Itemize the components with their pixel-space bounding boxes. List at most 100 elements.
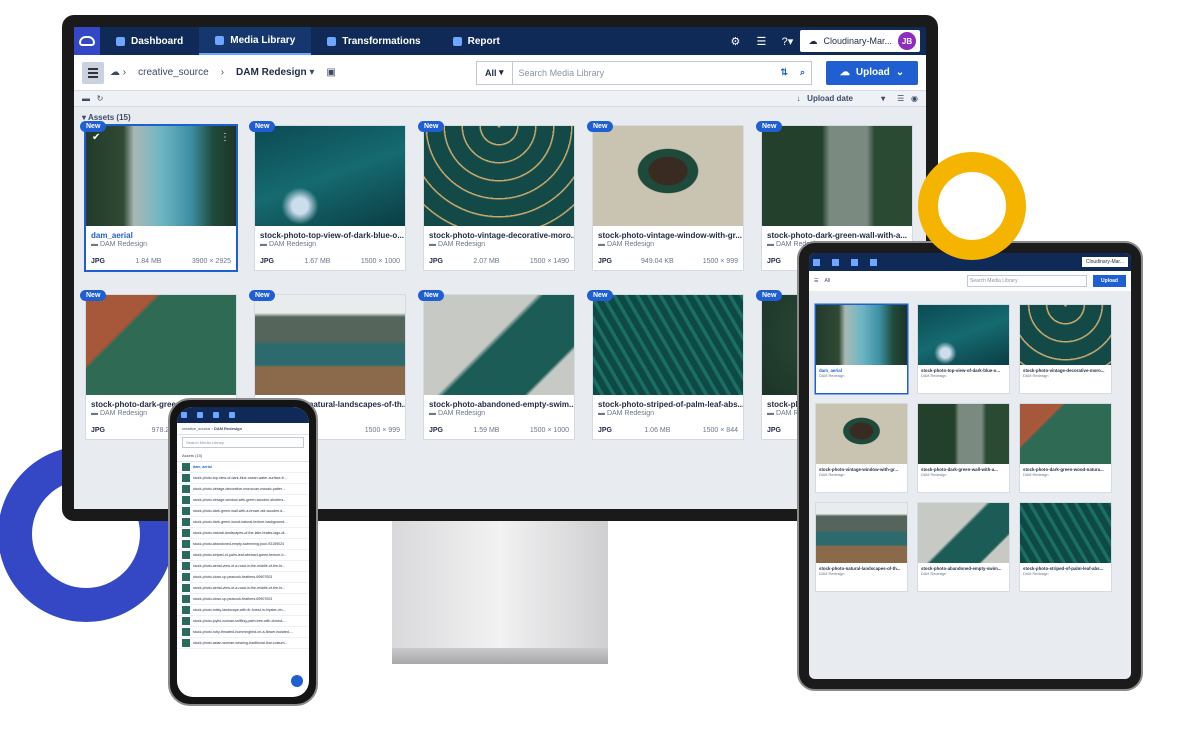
asset-name[interactable]: stock-photo-vintage-decorative-moro... bbox=[1020, 365, 1111, 373]
check-icon[interactable]: ✔ bbox=[92, 132, 100, 143]
list-item[interactable]: stock-photo-abandoned-empty-swimming-poo… bbox=[177, 539, 309, 550]
asset-card[interactable]: New stock-photo-abandoned-empty-swim... ▬ … bbox=[418, 290, 574, 439]
asset-thumbnail[interactable] bbox=[424, 295, 574, 395]
list-item[interactable]: stock-photo-top-view-of-dark-blue-ocean-… bbox=[177, 473, 309, 484]
assets-heading[interactable]: ▾ Assets (15) bbox=[74, 107, 926, 126]
asset-name[interactable]: stock-photo-dark-green-wall-with-a... bbox=[918, 464, 1009, 472]
list-item[interactable]: stock-photo-natural-landscapes-of-the-la… bbox=[177, 528, 309, 539]
list-item[interactable]: stock-photo-vintage-decorative-moroccan-… bbox=[177, 484, 309, 495]
list-item[interactable]: stock-photo-close-up-peacock-feathers-69… bbox=[177, 594, 309, 605]
asset-thumbnail[interactable] bbox=[762, 126, 912, 226]
chevron-down-icon[interactable]: ⌄ bbox=[896, 67, 904, 78]
phone-breadcrumb[interactable]: creative_source › DAM Redesign bbox=[177, 423, 309, 435]
list-item[interactable]: stock-photo-dark-green-wood-natural-text… bbox=[177, 517, 309, 528]
help-icon[interactable]: ?▾ bbox=[774, 35, 800, 48]
eye-icon[interactable]: ◉ bbox=[911, 94, 918, 103]
tablet-asset-card[interactable]: stock-photo-top-view-of-dark-blue-o... DA… bbox=[918, 305, 1009, 393]
asset-card[interactable]: New stock-photo-top-view-of-dark-blue-o..… bbox=[249, 121, 405, 270]
asset-thumbnail[interactable] bbox=[1020, 404, 1111, 464]
asset-thumbnail[interactable] bbox=[1020, 503, 1111, 563]
new-folder-icon[interactable]: ▣ bbox=[326, 67, 335, 78]
list-item[interactable]: stock-photo-aerial-view-of-a-road-in-the… bbox=[177, 561, 309, 572]
sort-select[interactable]: Upload date ▾ bbox=[807, 94, 885, 103]
settings-gear-icon[interactable]: ⚙ bbox=[722, 35, 748, 48]
asset-thumbnail[interactable] bbox=[918, 503, 1009, 563]
list-item[interactable]: stock-photo-aerial-view-of-a-road-in-the… bbox=[177, 583, 309, 594]
transformations-icon[interactable] bbox=[213, 412, 219, 418]
search-icon[interactable]: ⌕ bbox=[794, 67, 811, 78]
tablet-asset-card[interactable]: stock-photo-natural-landscapes-of-th... D… bbox=[816, 503, 907, 591]
dashboard-icon[interactable] bbox=[181, 412, 187, 418]
list-item[interactable]: stock-photo-ruby-throated-hummingbird-on… bbox=[177, 627, 309, 638]
search-input[interactable]: Search Media Library bbox=[967, 275, 1088, 287]
refresh-icon[interactable]: ↻ bbox=[97, 94, 104, 103]
asset-thumbnail[interactable] bbox=[816, 404, 907, 464]
breadcrumb-current[interactable]: DAM Redesign ▾ bbox=[236, 67, 314, 78]
asset-card[interactable]: New stock-photo-vintage-decorative-moro..… bbox=[418, 121, 574, 270]
media-library-icon[interactable] bbox=[197, 412, 203, 418]
asset-name[interactable]: dam_aerial bbox=[86, 226, 236, 240]
asset-thumbnail[interactable] bbox=[593, 295, 743, 395]
sort-direction-icon[interactable]: ↓ bbox=[797, 94, 808, 103]
upload-button[interactable]: Upload bbox=[1093, 275, 1126, 287]
upload-button[interactable]: ☁ Upload ⌄ bbox=[826, 60, 918, 85]
asset-name[interactable]: stock-photo-top-view-of-dark-blue-o... bbox=[918, 365, 1009, 373]
asset-thumbnail[interactable] bbox=[918, 404, 1009, 464]
list-item[interactable]: dam_aerial bbox=[177, 462, 309, 473]
search-scope-select[interactable]: All ▾ bbox=[477, 61, 513, 84]
tab-report[interactable]: Report bbox=[437, 27, 516, 55]
phone-search-input[interactable]: Search Media Library bbox=[182, 437, 304, 448]
tab-dashboard[interactable]: Dashboard bbox=[100, 27, 199, 55]
asset-name[interactable]: stock-photo-abandoned-empty-swim... bbox=[918, 563, 1009, 571]
cloud-root-icon[interactable]: ☁ › bbox=[110, 67, 126, 78]
list-item[interactable]: stock-photo-asian-woman-wearing-traditio… bbox=[177, 638, 309, 649]
asset-thumbnail[interactable] bbox=[1020, 305, 1111, 365]
asset-name[interactable]: stock-photo-dark-green-wood-natura... bbox=[1020, 464, 1111, 472]
layers-icon[interactable]: ☰ bbox=[748, 35, 774, 48]
asset-thumbnail[interactable] bbox=[424, 126, 574, 226]
asset-name[interactable]: stock-photo-natural-landscapes-of-th... bbox=[816, 563, 907, 571]
asset-name[interactable]: stock-photo-vintage-window-with-gr... bbox=[816, 464, 907, 472]
asset-name[interactable]: stock-photo-vintage-window-with-gr... bbox=[593, 226, 743, 240]
dashboard-icon[interactable] bbox=[813, 258, 820, 266]
asset-thumbnail[interactable] bbox=[816, 503, 907, 563]
list-item[interactable]: stock-photo-close-up-peacock-feathers-69… bbox=[177, 572, 309, 583]
asset-name[interactable]: stock-photo-striped-of-palm-leaf-abs... bbox=[1020, 563, 1111, 571]
asset-name[interactable]: stock-photo-top-view-of-dark-blue-o... bbox=[255, 226, 405, 240]
asset-card[interactable]: New ✔ ⋮ dam_aerial ▬ DAM Redesign JPG 1.84 MB 3… bbox=[80, 121, 236, 270]
search-input[interactable]: Search Media Library bbox=[513, 68, 775, 78]
list-item[interactable]: stock-photo-misty-landscape-with-fir-for… bbox=[177, 605, 309, 616]
search-scope-select[interactable]: All bbox=[824, 278, 830, 284]
asset-name[interactable]: stock-photo-striped-of-palm-leaf-abs... bbox=[593, 395, 743, 409]
filter-icon[interactable]: ⇅ bbox=[774, 67, 794, 78]
asset-thumbnail[interactable] bbox=[255, 295, 405, 395]
more-actions-icon[interactable]: ⋮ bbox=[220, 132, 230, 143]
asset-card[interactable]: New stock-photo-striped-of-palm-leaf-abs.… bbox=[587, 290, 743, 439]
tab-media-library[interactable]: Media Library bbox=[199, 27, 312, 55]
list-item[interactable]: stock-photo-vintage-window-with-green-wo… bbox=[177, 495, 309, 506]
asset-name[interactable]: dam_aerial bbox=[816, 365, 907, 373]
asset-thumbnail[interactable] bbox=[816, 305, 907, 365]
transformations-icon[interactable] bbox=[851, 258, 858, 266]
list-item[interactable]: stock-photo-joyful-woman-sniffing-palm-t… bbox=[177, 616, 309, 627]
breadcrumb-root[interactable]: creative_source bbox=[138, 67, 209, 78]
avatar[interactable]: JB bbox=[898, 32, 916, 50]
account-switcher[interactable]: Cloudinary-Mar... bbox=[1081, 257, 1128, 267]
account-switcher[interactable]: ☁ Cloudinary-Mar... JB bbox=[800, 30, 920, 52]
media-library-icon[interactable] bbox=[832, 258, 839, 266]
tablet-asset-card[interactable]: stock-photo-vintage-decorative-moro... DA… bbox=[1020, 305, 1111, 393]
add-button[interactable] bbox=[291, 675, 303, 687]
hamburger-menu-button[interactable] bbox=[82, 61, 104, 84]
cloudinary-logo-icon[interactable] bbox=[74, 27, 100, 55]
report-icon[interactable] bbox=[870, 258, 877, 266]
asset-thumbnail[interactable] bbox=[86, 295, 236, 395]
hamburger-menu-icon[interactable]: ☰ bbox=[814, 278, 818, 284]
tablet-asset-card[interactable]: stock-photo-abandoned-empty-swim... DAM R… bbox=[918, 503, 1009, 591]
report-icon[interactable] bbox=[229, 412, 235, 418]
list-view-icon[interactable]: ☰ bbox=[897, 94, 911, 103]
asset-name[interactable]: stock-photo-dark-green-wall-with-a... bbox=[762, 226, 912, 240]
tablet-asset-card[interactable]: stock-photo-striped-of-palm-leaf-abs... D… bbox=[1020, 503, 1111, 591]
asset-name[interactable]: stock-photo-abandoned-empty-swim... bbox=[424, 395, 574, 409]
tablet-asset-card[interactable]: stock-photo-dark-green-wall-with-a... DAM… bbox=[918, 404, 1009, 492]
tab-transformations[interactable]: Transformations bbox=[311, 27, 436, 55]
